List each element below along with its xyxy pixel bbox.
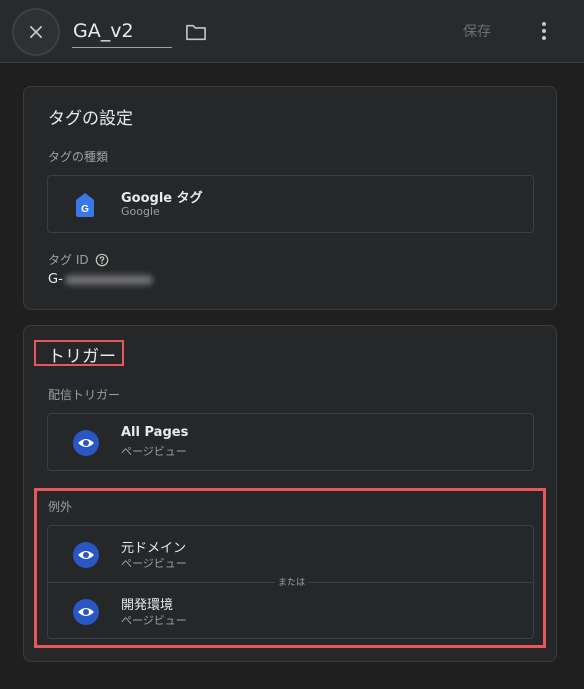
firing-trigger-item[interactable]: All Pages ページビュー (47, 413, 534, 471)
tag-id-label: タグ ID (48, 253, 89, 267)
eye-icon (73, 599, 99, 625)
more-vert-icon[interactable] (532, 18, 556, 44)
help-icon[interactable] (95, 253, 109, 267)
tag-type-name: Google タグ (121, 191, 203, 206)
svg-text:G: G (81, 204, 89, 215)
exception-name: 元ドメイン (121, 541, 187, 556)
exception-item[interactable]: 開発環境 ページビュー (48, 582, 533, 638)
close-button[interactable] (12, 8, 60, 56)
tag-id-prefix: G- (48, 272, 63, 287)
tag-id-value: G- (48, 272, 153, 287)
top-bar: GA_v2 保存 (0, 0, 584, 63)
tag-type-label: タグの種類 (48, 150, 109, 164)
tag-config-card[interactable]: タグの設定 タグの種類 G Google タグ Google タグ ID G- (23, 86, 557, 310)
tag-type-sub: Google (121, 205, 160, 218)
tag-name-input[interactable]: GA_v2 (72, 17, 172, 48)
exception-list: 元ドメイン ページビュー 開発環境 ページビュー または (47, 525, 534, 639)
exception-type: ページビュー (121, 614, 187, 627)
exception-item[interactable]: 元ドメイン ページビュー (48, 526, 533, 582)
folder-icon[interactable] (185, 22, 207, 42)
eye-icon (73, 430, 99, 456)
firing-trigger-name: All Pages (121, 425, 189, 440)
save-button[interactable]: 保存 (443, 14, 511, 48)
tag-id-label-row: タグ ID (48, 251, 109, 268)
exception-type: ページビュー (121, 557, 187, 570)
exception-name: 開発環境 (121, 598, 174, 613)
close-icon (29, 25, 43, 39)
tag-config-heading: タグの設定 (48, 109, 133, 129)
firing-trigger-type: ページビュー (121, 445, 187, 458)
tag-type-item[interactable]: G Google タグ Google (47, 175, 534, 233)
or-divider-label: または (275, 575, 309, 588)
eye-icon (73, 542, 99, 568)
tag-id-redacted (64, 274, 153, 285)
firing-trigger-label: 配信トリガー (48, 388, 121, 402)
exception-label: 例外 (48, 500, 73, 514)
triggers-heading: トリガー (48, 347, 116, 367)
google-tag-icon: G (76, 193, 94, 217)
triggers-card[interactable]: トリガー 配信トリガー All Pages ページビュー 例外 元ドメイン ペー… (23, 325, 557, 662)
